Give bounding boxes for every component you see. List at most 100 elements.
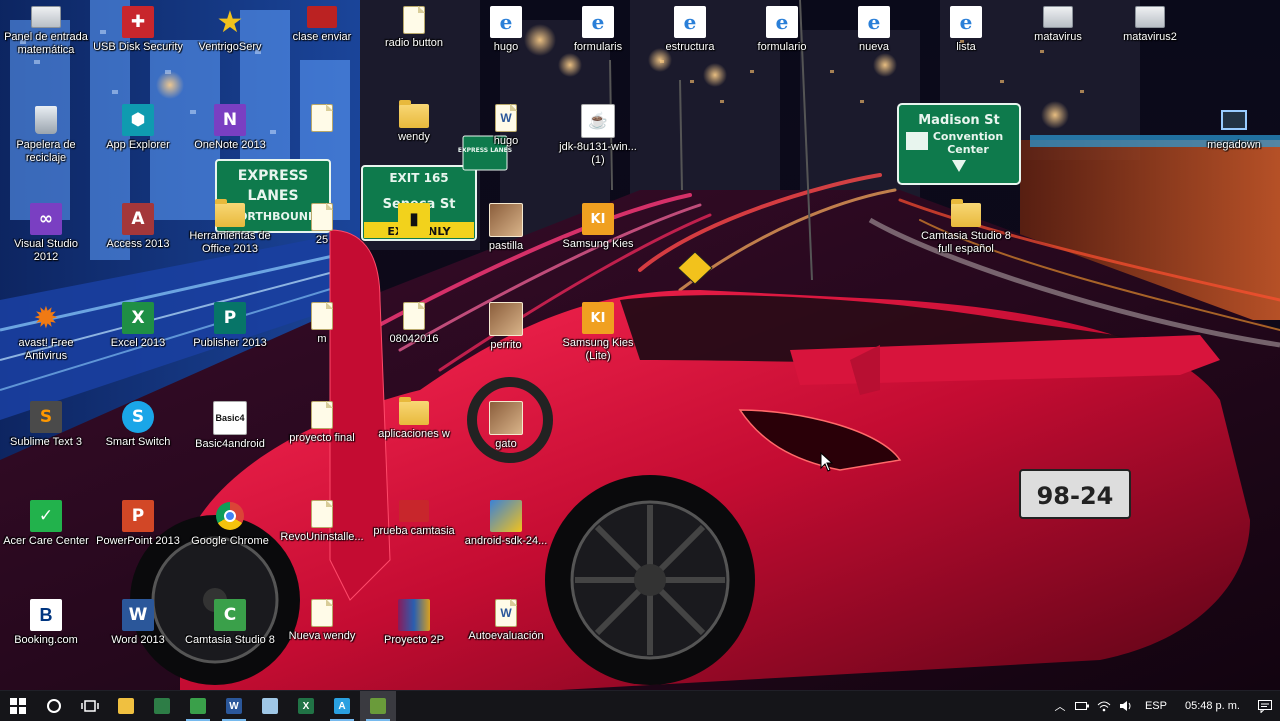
notepad-icon — [262, 698, 278, 714]
desktop-icon-25[interactable]: 25 — [276, 197, 368, 293]
desktop-icon-smart-switch[interactable]: S Smart Switch — [92, 395, 184, 491]
desktop-icon-jdk[interactable]: ☕ jdk-8u131-win...(1) — [552, 98, 644, 194]
taskbar-app-camtasia[interactable] — [180, 691, 216, 721]
folder-icon — [951, 199, 981, 227]
taskbar-app-notepad[interactable] — [252, 691, 288, 721]
desktop-icon-perrito[interactable]: perrito — [460, 296, 552, 392]
windows-start-icon — [10, 698, 26, 714]
word-icon: W — [226, 698, 242, 714]
action-center-button[interactable] — [1250, 691, 1280, 721]
taskbar-app-store[interactable] — [144, 691, 180, 721]
desktop-icon-wendy[interactable]: wendy — [368, 98, 460, 194]
desktop-icon-proyecto-final[interactable]: proyecto final — [276, 395, 368, 491]
desktop-icon-clase-enviar[interactable]: clase enviar — [276, 0, 368, 96]
desktop-icon-camtasia-folder[interactable]: Camtasia Studio 8 full español — [920, 197, 1012, 293]
sublime-icon: S — [30, 401, 62, 433]
desktop-icon-visual-studio[interactable]: ∞ Visual Studio 2012 — [0, 197, 92, 293]
taskbar-app-file-explorer[interactable] — [108, 691, 144, 721]
taskbar-app-word[interactable]: W — [216, 691, 252, 721]
desktop-icon-file-unnamed[interactable] — [276, 98, 368, 194]
chevron-up-icon: ︿ — [1054, 701, 1066, 713]
desktop-icon-hugo-doc[interactable]: W hugo — [460, 98, 552, 194]
desktop-icon-08042016[interactable]: 08042016 — [368, 296, 460, 392]
desktop-icon-formulario[interactable]: e formulario — [736, 0, 828, 96]
desktop-icon-matavirus2[interactable]: matavirus2 — [1104, 0, 1196, 96]
tray-network-button[interactable] — [1093, 691, 1115, 721]
desktop-icon-aplicaciones-w[interactable]: aplicaciones w — [368, 395, 460, 491]
cortana-button[interactable] — [36, 691, 72, 721]
taskbar-app-excel[interactable]: X — [288, 691, 324, 721]
desktop-icon-app-explorer[interactable]: ⬢ App Explorer — [92, 98, 184, 194]
desktop-icon-access[interactable]: A Access 2013 — [92, 197, 184, 293]
file-icon — [311, 500, 333, 528]
desktop-icon-usb-disk-security[interactable]: ✚ USB Disk Security — [92, 0, 184, 96]
desktop-icon-samsung-kies-lite[interactable]: KI Samsung Kies (Lite) — [552, 296, 644, 392]
acer-care-icon: ✓ — [30, 500, 62, 532]
desktop-icon-samsung-kies[interactable]: KI Samsung Kies — [552, 197, 644, 293]
desktop-icon-panel-entrada[interactable]: Panel de entrada matemática — [0, 0, 92, 96]
desktop-icon-recycle-bin[interactable]: Papelera de reciclaje — [0, 98, 92, 194]
app-explorer-icon: ⬢ — [122, 104, 154, 136]
desktop-icon-sublime[interactable]: S Sublime Text 3 — [0, 395, 92, 491]
desktop-icon-onenote[interactable]: N OneNote 2013 — [184, 98, 276, 194]
store-icon — [154, 698, 170, 714]
desktop-icon-word[interactable]: W Word 2013 — [92, 593, 184, 689]
desktop-icon-radio-button[interactable]: radio button — [368, 0, 460, 96]
desktop-icon-avast[interactable]: ✹ avast! Free Antivirus — [0, 296, 92, 392]
desktop-icon-m[interactable]: m — [276, 296, 368, 392]
desktop-icon-powerpoint[interactable]: P PowerPoint 2013 — [92, 494, 184, 590]
desktop-icon-gato[interactable]: gato — [460, 395, 552, 491]
desktop-icon-pastilla[interactable]: pastilla — [460, 197, 552, 293]
desktop-icon-excel[interactable]: X Excel 2013 — [92, 296, 184, 392]
desktop-icon-nueva[interactable]: e nueva — [828, 0, 920, 96]
desktop-icon-basic4android[interactable]: Basic4 Basic4android — [184, 395, 276, 491]
desktop-icon-booking[interactable]: B Booking.com — [0, 593, 92, 689]
taskbar-app-camtasia-recorder[interactable] — [360, 691, 396, 721]
file-icon — [311, 401, 333, 429]
camtasia-recorder-icon — [370, 698, 386, 714]
installer-icon — [490, 500, 522, 532]
tray-overflow-button[interactable]: ︿ — [1049, 691, 1071, 721]
desktop-icon-google-chrome[interactable]: Google Chrome — [184, 494, 276, 590]
file-icon — [311, 599, 333, 627]
kies-icon: KI — [582, 203, 614, 235]
publisher-icon: P — [214, 302, 246, 334]
input-language-indicator[interactable]: ESP — [1137, 700, 1175, 712]
desktop-icon-office-tools[interactable]: Herramientas de Office 2013 — [184, 197, 276, 293]
desktop-icon-android-sdk[interactable]: android-sdk-24... — [460, 494, 552, 590]
desktop-icon-ventrigoserv[interactable]: ★ VentrigoServ — [184, 0, 276, 96]
taskbar-clock[interactable]: 05:48 p. m. — [1175, 700, 1250, 712]
desktop-icon-nueva-wendy[interactable]: Nueva wendy — [276, 593, 368, 689]
mouse-cursor-icon — [820, 452, 834, 472]
word-icon: W — [122, 599, 154, 631]
word-doc-icon: W — [495, 599, 517, 627]
desktop-icon-publisher[interactable]: P Publisher 2013 — [184, 296, 276, 392]
file-icon — [311, 104, 333, 132]
chrome-icon — [214, 500, 246, 532]
task-view-button[interactable] — [72, 691, 108, 721]
video-file-icon — [399, 500, 429, 522]
excel-icon: X — [122, 302, 154, 334]
desktop-icon-book[interactable]: ▮ — [368, 197, 460, 293]
desktop-icon-lista[interactable]: e lista — [920, 0, 1012, 96]
tray-battery-button[interactable] — [1071, 691, 1093, 721]
desktop-icon-formularis[interactable]: e formularis — [552, 0, 644, 96]
desktop-icon-hugo-ie[interactable]: e hugo — [460, 0, 552, 96]
camtasia-icon — [190, 698, 206, 714]
ie-shortcut-icon: e — [950, 6, 982, 38]
image-icon — [489, 401, 523, 435]
desktop-icon-matavirus[interactable]: matavirus — [1012, 0, 1104, 96]
taskbar-app-a[interactable]: A — [324, 691, 360, 721]
desktop-icon-acer-care-center[interactable]: ✓ Acer Care Center — [0, 494, 92, 590]
desktop-icon-prueba-camtasia[interactable]: prueba camtasia — [368, 494, 460, 590]
recycle-bin-icon — [30, 104, 62, 136]
desktop-icon-proyecto-2p[interactable]: Proyecto 2P — [368, 593, 460, 689]
start-button[interactable] — [0, 691, 36, 721]
tray-volume-button[interactable] — [1115, 691, 1137, 721]
desktop-icon-autoevaluacion[interactable]: W Autoevaluación — [460, 593, 552, 689]
desktop-icon-estructura[interactable]: e estructura — [644, 0, 736, 96]
desktop-icon-megadown[interactable]: megadown — [1188, 98, 1280, 194]
folder-icon — [118, 698, 134, 714]
desktop-icon-camtasia-studio[interactable]: C Camtasia Studio 8 — [184, 593, 276, 689]
desktop-icon-revouninstaller[interactable]: RevoUninstalle... — [276, 494, 368, 590]
